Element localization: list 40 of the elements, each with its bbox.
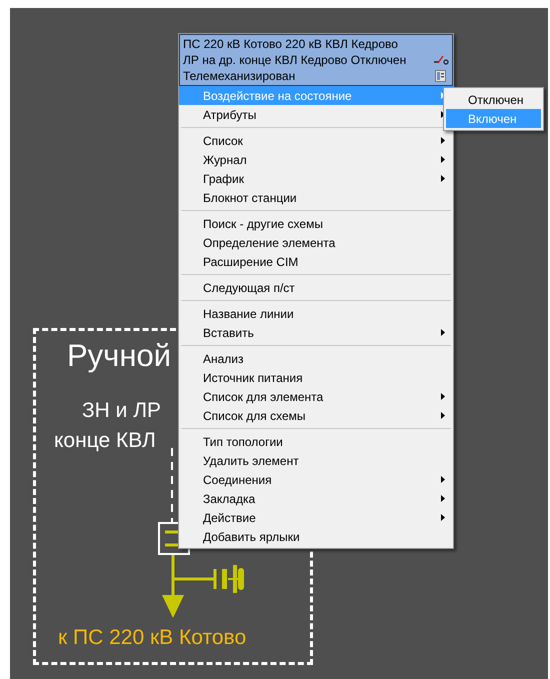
menu-item[interactable]: Источник питания — [179, 368, 453, 387]
submenu-arrow-icon — [441, 495, 445, 502]
header-text: ПС 220 кВ Котово 220 кВ КВЛ Кедрово — [183, 36, 399, 52]
header-text: ЛР на др. конце КВЛ Кедрово Отключен — [183, 52, 408, 68]
diagram-title: Ручной — [67, 340, 172, 371]
menu-item[interactable]: Вставить — [179, 323, 453, 342]
submenu-arrow-icon — [441, 514, 445, 521]
menu-item[interactable]: Журнал — [179, 150, 453, 169]
diagram-subtitle: ЗН и ЛР — [82, 400, 162, 421]
submenu-arrow-icon — [441, 329, 445, 336]
menu-item[interactable]: Соединения — [179, 470, 453, 489]
menu-item[interactable]: Список — [179, 131, 453, 150]
menu-item[interactable]: Действие — [179, 508, 453, 527]
menu-item[interactable]: Добавить ярлыки — [179, 527, 453, 546]
submenu-arrow-icon — [441, 137, 445, 144]
menu-item[interactable]: Поиск - другие схемы — [179, 214, 453, 233]
menu-item[interactable]: Расширение CIM — [179, 252, 453, 271]
menu-item[interactable]: Блокнот станции — [179, 188, 453, 207]
destination-label: к ПС 220 кВ Котово — [58, 627, 246, 648]
menu-item[interactable]: Следующая п/ст — [179, 278, 453, 297]
menu-item[interactable]: Список для элемента — [179, 387, 453, 406]
diagram-subtitle: конце КВЛ — [54, 430, 156, 451]
menu-item[interactable]: Тип топологии — [179, 432, 453, 451]
menu-item[interactable]: Анализ — [179, 349, 453, 368]
menu-item[interactable]: Закладка — [179, 489, 453, 508]
switch-icon — [433, 55, 449, 65]
submenu-arrow-icon — [441, 476, 445, 483]
submenu-arrow-icon — [441, 175, 445, 182]
menu-item[interactable]: График — [179, 169, 453, 188]
menu-item[interactable]: Определение элемента — [179, 233, 453, 252]
submenu-arrow-icon — [441, 393, 445, 400]
menu-item[interactable]: Название линии — [179, 304, 453, 323]
panel-icon — [435, 70, 446, 82]
line-arrow — [162, 555, 184, 618]
submenu-arrow-icon — [441, 156, 445, 163]
header-text: Телемеханизирован — [183, 68, 296, 84]
submenu-arrow-icon — [441, 412, 445, 419]
menu-item[interactable]: Удалить элемент — [179, 451, 453, 470]
ground-symbol — [173, 565, 244, 593]
menu-item[interactable]: Список для схемы — [179, 406, 453, 425]
